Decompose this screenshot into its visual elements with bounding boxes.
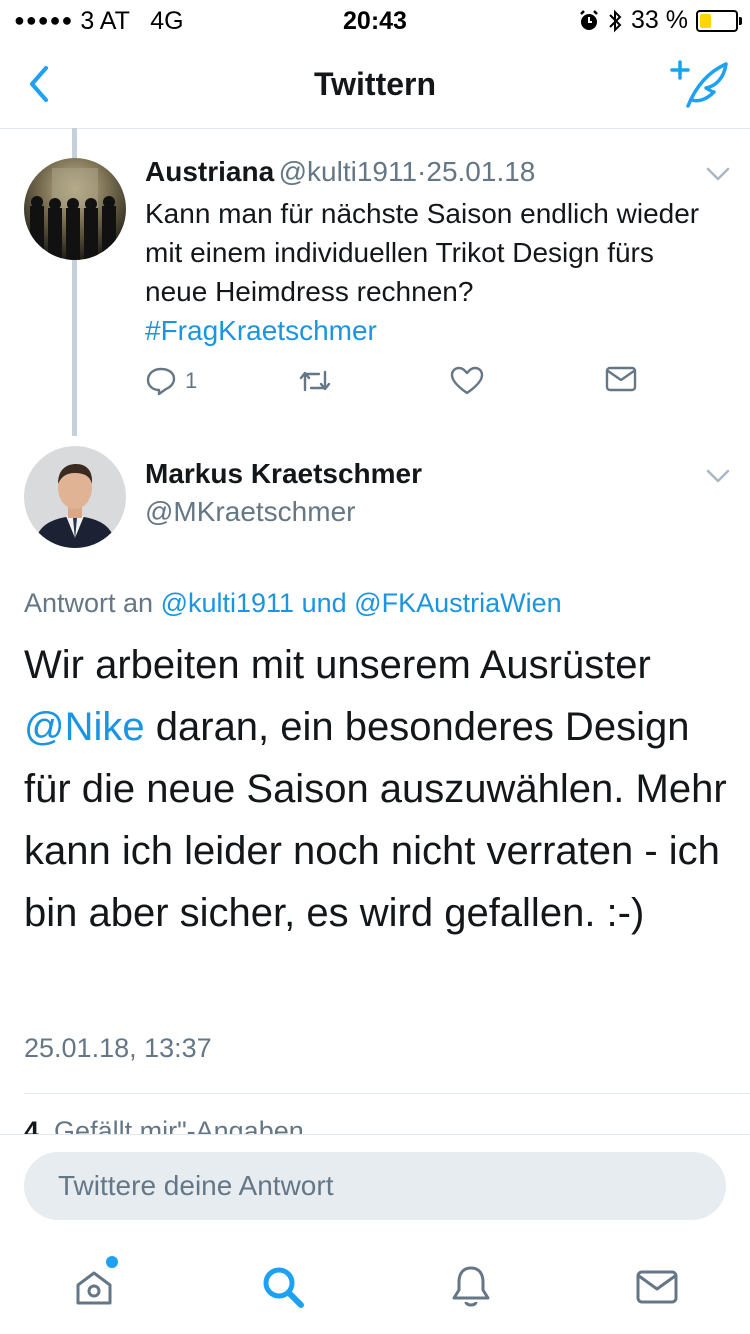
alarm-icon	[580, 9, 598, 30]
avatar-kraetschmer[interactable]	[24, 446, 126, 548]
author-handle[interactable]: @MKraetschmer	[145, 496, 355, 528]
reply-composer[interactable]	[24, 1152, 726, 1220]
reply-action[interactable]: 1	[145, 366, 197, 396]
tweet-text-start: Wir arbeiten mit unserem Ausrüster	[24, 643, 651, 687]
notifications-icon	[452, 1266, 490, 1307]
tab-messages[interactable]	[627, 1257, 687, 1317]
reply-conjunction: und	[301, 588, 347, 618]
mention-link[interactable]: @kulti1911	[161, 588, 294, 618]
reply-input[interactable]	[24, 1152, 698, 1220]
compose-tweet-icon[interactable]	[670, 56, 732, 112]
page-title: Twittern	[313, 66, 437, 102]
parent-tweet-text: Kann man für nächste Saison endlich wied…	[145, 194, 705, 350]
search-icon	[263, 1267, 304, 1308]
status-bar: ●●●●● 3 AT 4G 20:43 33 %	[0, 0, 750, 40]
author-handle[interactable]: @kulti1911	[279, 156, 417, 187]
battery-fill	[700, 13, 711, 28]
heart-icon	[450, 366, 484, 395]
tab-search[interactable]	[253, 1257, 313, 1317]
tab-home[interactable]	[64, 1256, 124, 1317]
avatar-image	[24, 446, 126, 548]
avatar-austriana[interactable]	[24, 158, 126, 260]
mention-link[interactable]: @Nike	[24, 705, 145, 749]
bluetooth-icon	[609, 9, 622, 32]
hashtag-link[interactable]: #FragKraetschmer	[145, 315, 377, 346]
tweet-timestamp: 25.01.18, 13:37	[24, 1033, 212, 1063]
tweet-date: 25.01.18	[426, 156, 536, 187]
envelope-icon	[605, 366, 637, 392]
meta-separator: ·	[417, 156, 427, 187]
avatar-image	[24, 158, 126, 260]
home-icon	[76, 1271, 112, 1305]
main-tweet-text: Wir arbeiten mit unserem Ausrüster @Nike…	[24, 634, 729, 944]
divider	[24, 1093, 750, 1094]
tweet-actions: 1	[145, 366, 665, 406]
status-right: 33 %	[579, 6, 742, 35]
like-action[interactable]	[450, 366, 484, 396]
likes-summary[interactable]: 4 Gefällt mir"-Angaben	[24, 1116, 304, 1134]
divider	[0, 1134, 750, 1135]
messages-icon	[636, 1270, 678, 1304]
parent-tweet-header: Austriana @kulti1911·25.01.18	[145, 156, 535, 188]
reply-context: Antwort an @kulti1911 und @FKAustriaWien	[24, 588, 562, 619]
retweet-action[interactable]	[297, 366, 333, 396]
author-name[interactable]: Markus Kraetschmer	[145, 458, 422, 490]
author-name[interactable]: Austriana	[145, 156, 274, 187]
tab-notifications[interactable]	[441, 1257, 501, 1317]
parent-tweet-body: Kann man für nächste Saison endlich wied…	[145, 198, 700, 307]
reply-icon	[146, 367, 176, 396]
reply-count: 1	[185, 368, 198, 393]
nav-bar: Twittern	[0, 40, 750, 129]
likes-label: Gefällt mir"-Angaben	[54, 1116, 304, 1134]
tab-bar	[0, 1245, 750, 1334]
chevron-down-icon[interactable]	[705, 166, 731, 182]
likes-count: 4	[24, 1116, 40, 1134]
chevron-down-icon[interactable]	[705, 468, 731, 484]
battery-icon	[696, 9, 742, 32]
mention-link[interactable]: @FKAustriaWien	[354, 588, 561, 618]
unread-dot	[106, 1256, 118, 1268]
reply-prefix: Antwort an	[24, 588, 154, 618]
battery-percentage: 33 %	[631, 6, 688, 34]
retweet-icon	[299, 370, 331, 392]
dm-action[interactable]	[605, 366, 637, 392]
